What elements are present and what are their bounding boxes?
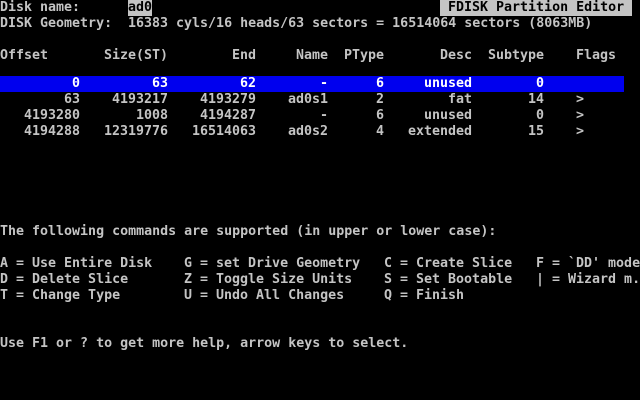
column-header-name: Name (296, 48, 329, 63)
ptype-cell: 4 (375, 124, 384, 139)
command-use-entire-disk: A = Use Entire Disk (0, 256, 153, 271)
command-row: A = Use Entire Disk G = set Drive Geomet… (0, 256, 640, 272)
flags-cell: > (576, 108, 585, 123)
command-change-type: T = Change Type (0, 288, 121, 303)
desc-cell: unused (423, 76, 472, 91)
end-cell: 4194287 (199, 108, 256, 123)
offset-cell: 4193280 (23, 108, 80, 123)
end-cell: 4193279 (199, 92, 256, 107)
command-row: T = Change Type U = Undo All Changes Q =… (0, 288, 464, 304)
ptype-cell: 6 (375, 108, 384, 123)
geometry-line: DISK Geometry: 16383 cyls/16 heads/63 se… (0, 16, 592, 32)
flags-cell: > (576, 92, 585, 107)
commands-intro: The following commands are supported (in… (0, 224, 497, 239)
command-wizard-mode: | = Wizard m. (536, 272, 640, 287)
desc-cell: extended (407, 124, 472, 139)
command-dd-mode: F = `DD' mode (536, 256, 640, 271)
command-set-drive-geometry: G = set Drive Geometry (184, 256, 361, 271)
partition-row[interactable]: 4193280 1008 4194287 - 6 unused 0 > (0, 108, 640, 124)
end-cell: 16514063 (191, 124, 256, 139)
help-text: Use F1 or ? to get more help, arrow keys… (0, 336, 409, 351)
name-cell: - (319, 76, 328, 91)
command-delete-slice: D = Delete Slice (0, 272, 129, 287)
size-cell: 12319776 (103, 124, 168, 139)
title-bar: Disk name: ad0 FDISK Partition Editor (0, 0, 633, 16)
size-cell: 4193217 (111, 92, 168, 107)
desc-cell: unused (423, 108, 472, 123)
command-create-slice: C = Create Slice (384, 256, 513, 271)
offset-cell: 0 (71, 76, 80, 91)
name-cell: ad0s2 (287, 124, 328, 139)
end-cell: 62 (239, 76, 256, 91)
offset-cell: 63 (63, 92, 80, 107)
table-header-row: Offset Size(ST) End Name PType Desc Subt… (0, 48, 616, 64)
partition-row[interactable]: 4194288 12319776 16514063 ad0s2 4 extend… (0, 124, 640, 140)
name-cell: ad0s1 (287, 92, 328, 107)
command-finish: Q = Finish (384, 288, 465, 303)
column-header-flags: Flags (576, 48, 617, 63)
disk-name-label: Disk name: (0, 0, 81, 15)
subtype-cell: 0 (535, 76, 544, 91)
page-title: FDISK Partition Editor (440, 0, 633, 16)
column-header-end: End (232, 48, 257, 63)
column-header-subtype: Subtype (488, 48, 545, 63)
flags-cell: > (576, 124, 585, 139)
subtype-cell: 14 (527, 92, 544, 107)
column-header-size: Size(ST) (104, 48, 169, 63)
ptype-cell: 6 (375, 76, 384, 91)
partition-row-selected[interactable]: 0 63 62 - 6 unused 0 (0, 76, 624, 92)
geometry-value: 16383 cyls/16 heads/63 sectors = 1651406… (128, 16, 593, 31)
flags-cell (576, 76, 624, 92)
command-toggle-size-units: Z = Toggle Size Units (184, 272, 353, 287)
geometry-label: DISK Geometry: (0, 16, 113, 31)
subtype-cell: 15 (527, 124, 544, 139)
column-header-offset: Offset (0, 48, 49, 63)
offset-cell: 4194288 (23, 124, 80, 139)
size-cell: 1008 (135, 108, 168, 123)
fdisk-screen: Disk name: ad0 FDISK Partition Editor DI… (0, 0, 640, 400)
command-undo-all-changes: U = Undo All Changes (184, 288, 345, 303)
command-set-bootable: S = Set Bootable (384, 272, 513, 287)
disk-name-value[interactable]: ad0 (128, 0, 153, 16)
size-cell: 63 (151, 76, 168, 91)
desc-cell: fat (447, 92, 472, 107)
column-header-desc: Desc (440, 48, 473, 63)
subtype-cell: 0 (535, 108, 544, 123)
command-row: D = Delete Slice Z = Toggle Size Units S… (0, 272, 640, 288)
name-cell: - (319, 108, 328, 123)
column-header-ptype: PType (344, 48, 385, 63)
ptype-cell: 2 (375, 92, 384, 107)
partition-row[interactable]: 63 4193217 4193279 ad0s1 2 fat 14 > (0, 92, 640, 108)
